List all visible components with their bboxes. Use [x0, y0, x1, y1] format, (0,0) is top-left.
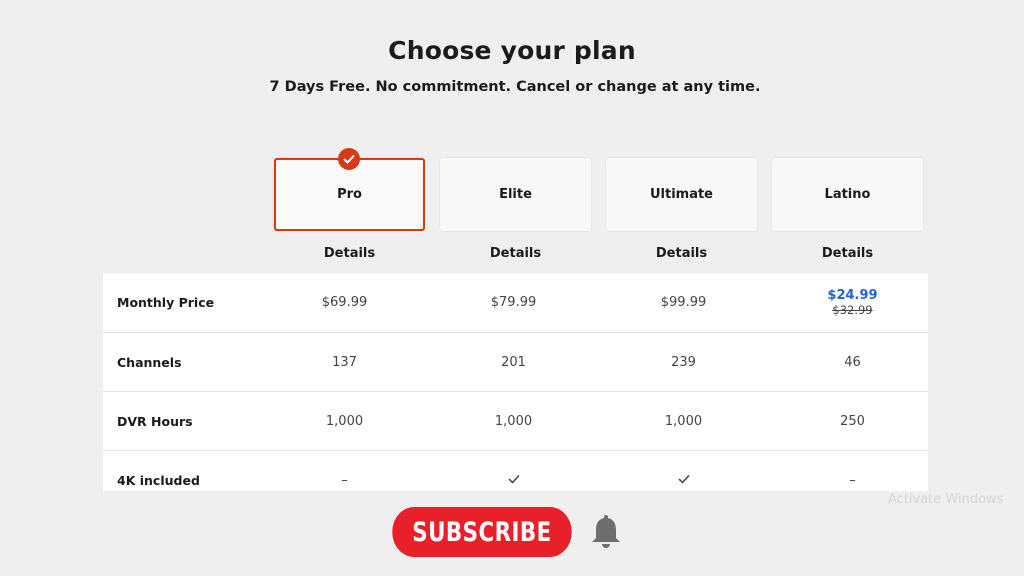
plan-name: Elite: [499, 187, 532, 202]
table-cell: 137: [332, 354, 357, 370]
row-label: Monthly Price: [117, 294, 215, 310]
check-icon: [507, 473, 520, 488]
table-cell: 239: [671, 354, 696, 370]
table-cell: $69.99: [321, 294, 368, 310]
plan-name: Latino: [824, 187, 871, 202]
row-label: Channels: [117, 354, 182, 370]
plan-card-elite[interactable]: Elite: [440, 158, 591, 231]
windows-activation-watermark: Activate Windows: [888, 492, 1004, 507]
table-cell: 250: [840, 413, 865, 429]
subscribe-button[interactable]: SUBSCRIBE: [392, 507, 572, 557]
details-link-latino[interactable]: Details: [772, 246, 923, 261]
table-row-channels: Channels 137 201 239 46: [103, 332, 928, 391]
details-link-elite[interactable]: Details: [440, 246, 591, 261]
bell-icon[interactable]: [590, 514, 622, 550]
table-cell: 201: [501, 354, 526, 370]
table-row-dvr-hours: DVR Hours 1,000 1,000 1,000 250: [103, 391, 928, 450]
table-cell-check: [608, 451, 759, 491]
table-cell: $79.99: [490, 294, 537, 310]
page-subtitle: 7 Days Free. No commitment. Cancel or ch…: [269, 79, 761, 95]
plan-name: Ultimate: [649, 187, 714, 202]
details-link-ultimate[interactable]: Details: [606, 246, 757, 261]
table-cell: $99.99: [660, 294, 707, 310]
plan-name: Pro: [337, 187, 362, 202]
selected-check-icon: [338, 148, 360, 170]
plan-card-ultimate[interactable]: Ultimate: [606, 158, 757, 231]
details-link-pro[interactable]: Details: [274, 246, 425, 261]
plan-comparison-table: Monthly Price $69.99 $79.99 $99.99 $24.9…: [103, 273, 928, 491]
table-row-4k-included: 4K included – –: [103, 450, 928, 491]
table-cell: 1,000: [664, 413, 703, 429]
table-cell-dash: –: [849, 472, 856, 488]
table-cell: 46: [844, 354, 861, 370]
original-price: $32.99: [832, 302, 873, 317]
plan-card-latino[interactable]: Latino: [772, 158, 923, 231]
table-cell: 1,000: [494, 413, 533, 429]
table-cell-dash: –: [341, 472, 348, 488]
table-cell: 1,000: [325, 413, 364, 429]
table-cell-sale-price: $24.99 $32.99: [777, 273, 928, 331]
check-icon: [677, 473, 690, 488]
table-row-monthly-price: Monthly Price $69.99 $79.99 $99.99 $24.9…: [103, 273, 928, 331]
row-label: DVR Hours: [117, 413, 193, 429]
page-title: Choose your plan: [388, 36, 636, 65]
row-label: 4K included: [117, 472, 200, 488]
table-cell-check: [438, 451, 589, 491]
sale-price: $24.99: [827, 287, 878, 303]
